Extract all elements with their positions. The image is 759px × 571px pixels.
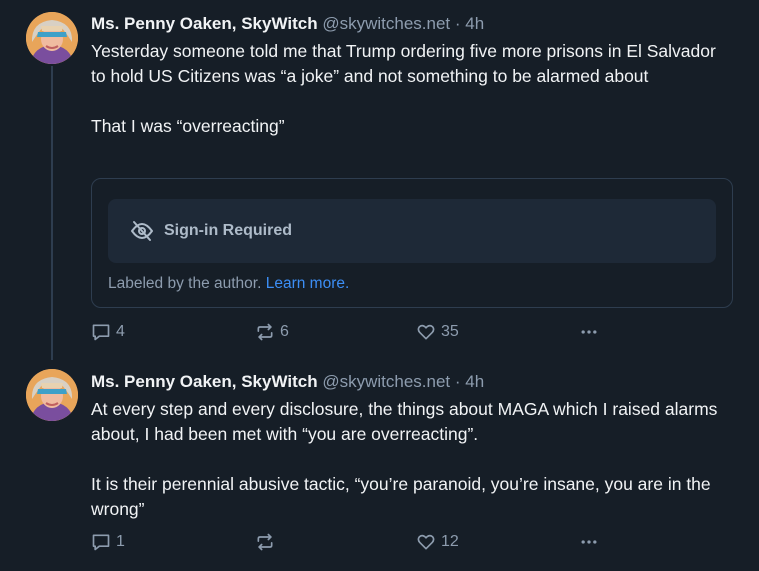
reply-count: 1 xyxy=(116,533,125,550)
like-count: 35 xyxy=(441,323,459,340)
avatar[interactable] xyxy=(26,12,78,64)
author-name[interactable]: Ms. Penny Oaken, SkyWitch xyxy=(91,14,318,33)
repost-button[interactable]: 6 xyxy=(255,322,289,342)
more-options-button[interactable] xyxy=(579,322,604,342)
sign-in-required-notice[interactable]: Sign-in Required xyxy=(108,199,716,263)
reply-button[interactable]: 4 xyxy=(91,322,125,342)
post-text: At every step and every disclosure, the … xyxy=(91,397,735,522)
author-handle[interactable]: @skywitches.net xyxy=(322,372,450,391)
author-handle[interactable]: @skywitches.net xyxy=(322,14,450,33)
avatar[interactable] xyxy=(26,369,78,421)
more-options-button[interactable] xyxy=(579,532,604,552)
repost-count: 6 xyxy=(280,323,289,340)
heart-icon xyxy=(417,324,435,340)
author-name[interactable]: Ms. Penny Oaken, SkyWitch xyxy=(91,372,318,391)
reply-count: 4 xyxy=(116,323,125,340)
learn-more-link[interactable]: Learn more. xyxy=(266,275,350,292)
eye-slash-icon xyxy=(131,221,153,241)
speech-bubble-icon xyxy=(92,534,110,551)
separator-dot: · xyxy=(454,372,461,391)
like-count: 12 xyxy=(441,533,459,550)
repost-arrows-icon xyxy=(257,533,273,551)
repost-arrows-icon xyxy=(257,323,273,341)
post-paragraph: It is their perennial abusive tactic, “y… xyxy=(91,474,711,519)
post-paragraph: At every step and every disclosure, the … xyxy=(91,399,718,444)
thread-connector-line xyxy=(51,66,53,360)
speech-bubble-icon xyxy=(92,324,110,341)
label-attribution: Labeled by the author. Learn more. xyxy=(108,275,349,293)
reply-button[interactable]: 1 xyxy=(91,532,125,552)
ellipsis-icon xyxy=(581,330,597,334)
post-text: Yesterday someone told me that Trump ord… xyxy=(91,39,735,139)
post-paragraph: Yesterday someone told me that Trump ord… xyxy=(91,41,716,86)
like-button[interactable]: 35 xyxy=(416,322,459,342)
labeled-by-text: Labeled by the author. xyxy=(108,275,262,292)
separator-dot: · xyxy=(454,14,461,33)
post-paragraph: That I was “overreacting” xyxy=(91,116,285,136)
post-actions: 4 6 35 xyxy=(91,322,611,346)
sign-in-required-label: Sign-in Required xyxy=(164,222,292,239)
heart-icon xyxy=(417,534,435,550)
post-timestamp[interactable]: 4h xyxy=(465,372,484,391)
post-header: Ms. Penny Oaken, SkyWitch @skywitches.ne… xyxy=(91,370,735,394)
post-timestamp[interactable]: 4h xyxy=(465,14,484,33)
ellipsis-icon xyxy=(581,540,597,544)
like-button[interactable]: 12 xyxy=(416,532,459,552)
repost-button[interactable] xyxy=(255,532,280,552)
content-label-card: Sign-in Required Labeled by the author. … xyxy=(91,178,733,308)
post-header: Ms. Penny Oaken, SkyWitch @skywitches.ne… xyxy=(91,12,735,36)
post-actions: 1 12 xyxy=(91,532,611,556)
